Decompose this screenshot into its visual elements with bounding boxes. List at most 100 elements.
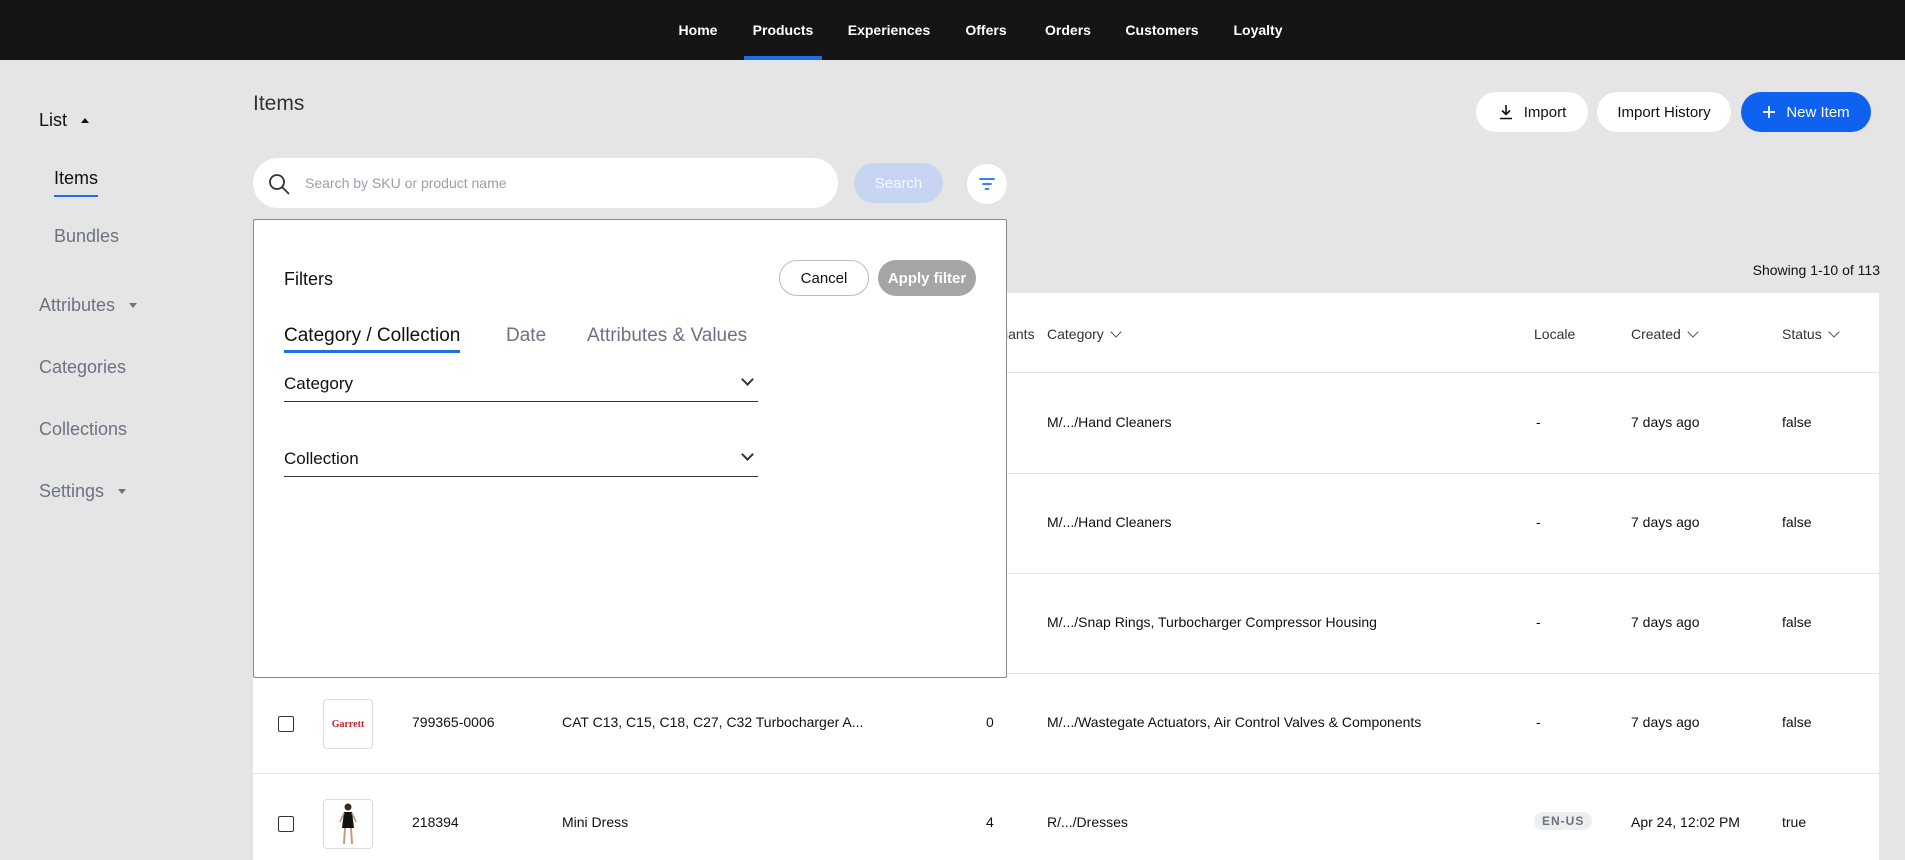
chevron-down-icon — [1828, 325, 1840, 338]
filter-icon — [979, 178, 995, 190]
apply-filter-button[interactable]: Apply filter — [878, 260, 976, 296]
collection-dropdown[interactable]: Collection — [284, 443, 758, 477]
tab-category-collection[interactable]: Category / Collection — [284, 325, 461, 353]
sidebar-item-label: Attributes — [39, 295, 116, 315]
row-category: R/.../Dresses — [1047, 814, 1128, 830]
nav-customers[interactable]: Customers — [1122, 0, 1202, 60]
column-status[interactable]: Status — [1782, 325, 1840, 342]
column-created[interactable]: Created — [1631, 325, 1699, 342]
import-label: Import — [1523, 103, 1567, 121]
collection-dropdown-label: Collection — [284, 449, 359, 468]
search-input[interactable] — [305, 175, 805, 191]
column-locale: Locale — [1534, 326, 1575, 342]
row-status: false — [1782, 614, 1812, 630]
category-dropdown-label: Category — [284, 374, 353, 393]
nav-home[interactable]: Home — [670, 0, 726, 60]
row-category: M/.../Hand Cleaners — [1047, 414, 1172, 430]
sidebar-item-label: List — [39, 110, 68, 130]
download-icon — [1499, 105, 1512, 120]
sidebar-item-label: Categories — [39, 357, 127, 377]
sidebar: List Items Bundles Attributes Categories… — [0, 60, 230, 860]
sidebar-item-bundles[interactable]: Bundles — [54, 226, 119, 247]
row-status: false — [1782, 514, 1812, 530]
row-locale: - — [1536, 614, 1541, 630]
import-history-label: Import History — [1617, 103, 1711, 121]
table-row[interactable]: 218394 Mini Dress 4 R/.../Dresses EN-US … — [253, 774, 1879, 860]
category-dropdown[interactable]: Category — [284, 368, 758, 402]
plus-icon — [1763, 106, 1776, 118]
row-checkbox[interactable] — [278, 816, 294, 832]
row-locale: - — [1536, 414, 1541, 430]
new-item-label: New Item — [1786, 103, 1850, 121]
search-icon — [269, 174, 290, 195]
nav-orders[interactable]: Orders — [1040, 0, 1096, 60]
row-sku: 218394 — [412, 814, 459, 830]
sidebar-item-collections[interactable]: Collections — [39, 419, 127, 440]
row-created: Apr 24, 12:02 PM — [1631, 814, 1740, 830]
row-category: M/.../Snap Rings, Turbocharger Compresso… — [1047, 614, 1377, 630]
import-history-button[interactable]: Import History — [1597, 92, 1731, 132]
product-thumbnail: Garrett — [323, 699, 373, 749]
sidebar-item-label: Settings — [39, 481, 105, 501]
column-label: Category — [1047, 326, 1104, 342]
nav-products[interactable]: Products — [744, 0, 822, 60]
tab-date[interactable]: Date — [506, 325, 546, 347]
import-button[interactable]: Import — [1476, 92, 1588, 132]
tab-attributes-values[interactable]: Attributes & Values — [587, 325, 747, 347]
column-label: Locale — [1534, 326, 1576, 342]
locale-badge: EN-US — [1534, 812, 1593, 830]
search-bar — [253, 158, 838, 208]
filter-panel-title: Filters — [284, 269, 333, 289]
column-label: iants — [1005, 326, 1035, 342]
row-status: false — [1782, 414, 1812, 430]
row-checkbox[interactable] — [278, 716, 294, 732]
product-thumbnail — [323, 799, 373, 849]
row-locale: - — [1536, 514, 1541, 530]
dress-image-icon — [339, 803, 357, 845]
column-label: Created — [1631, 326, 1681, 342]
row-locale: - — [1536, 714, 1541, 730]
cancel-button[interactable]: Cancel — [779, 260, 869, 296]
chevron-down-icon — [741, 373, 754, 386]
sidebar-item-label: Collections — [39, 419, 128, 439]
chevron-down-icon — [1110, 325, 1122, 338]
filter-panel: Filters Cancel Apply filter Category / C… — [253, 219, 1007, 678]
garrett-logo: Garrett — [331, 718, 365, 730]
table-row[interactable]: Garrett 799365-0006 CAT C13, C15, C18, C… — [253, 674, 1879, 774]
row-sku: 799365-0006 — [412, 714, 495, 730]
results-count: Showing 1-10 of 113 — [1752, 262, 1880, 278]
row-category: M/.../Wastegate Actuators, Air Control V… — [1047, 714, 1422, 730]
row-name[interactable]: Mini Dress — [562, 814, 628, 830]
nav-experiences[interactable]: Experiences — [846, 0, 932, 60]
row-created: 7 days ago — [1631, 514, 1700, 530]
caret-up-icon — [81, 118, 90, 123]
sidebar-item-categories[interactable]: Categories — [39, 357, 126, 378]
sidebar-item-list[interactable]: List — [39, 110, 90, 131]
top-nav: Home Products Experiences Offers Orders … — [0, 0, 1905, 60]
sidebar-item-items[interactable]: Items — [54, 168, 99, 197]
chevron-down-icon — [1687, 325, 1699, 338]
search-button[interactable]: Search — [854, 163, 943, 203]
column-label: Status — [1782, 326, 1822, 342]
caret-down-icon — [129, 303, 138, 308]
row-variants: 0 — [986, 714, 994, 730]
row-category: M/.../Hand Cleaners — [1047, 514, 1172, 530]
chevron-down-icon — [741, 448, 754, 461]
row-status: true — [1782, 814, 1807, 830]
sidebar-item-attributes[interactable]: Attributes — [39, 295, 138, 316]
row-created: 7 days ago — [1631, 714, 1700, 730]
page-title: Items — [253, 92, 305, 115]
nav-offers[interactable]: Offers — [958, 0, 1014, 60]
row-name[interactable]: CAT C13, C15, C18, C27, C32 Turbocharger… — [562, 714, 863, 730]
row-status: false — [1782, 714, 1812, 730]
new-item-button[interactable]: New Item — [1741, 92, 1871, 132]
column-variants[interactable]: iants — [1005, 326, 1035, 342]
nav-loyalty[interactable]: Loyalty — [1228, 0, 1288, 60]
filter-button[interactable] — [967, 164, 1007, 204]
row-created: 7 days ago — [1631, 414, 1700, 430]
sidebar-item-settings[interactable]: Settings — [39, 481, 127, 502]
caret-down-icon — [118, 489, 127, 494]
row-created: 7 days ago — [1631, 614, 1700, 630]
row-variants: 4 — [986, 814, 994, 830]
column-category[interactable]: Category — [1047, 325, 1122, 342]
